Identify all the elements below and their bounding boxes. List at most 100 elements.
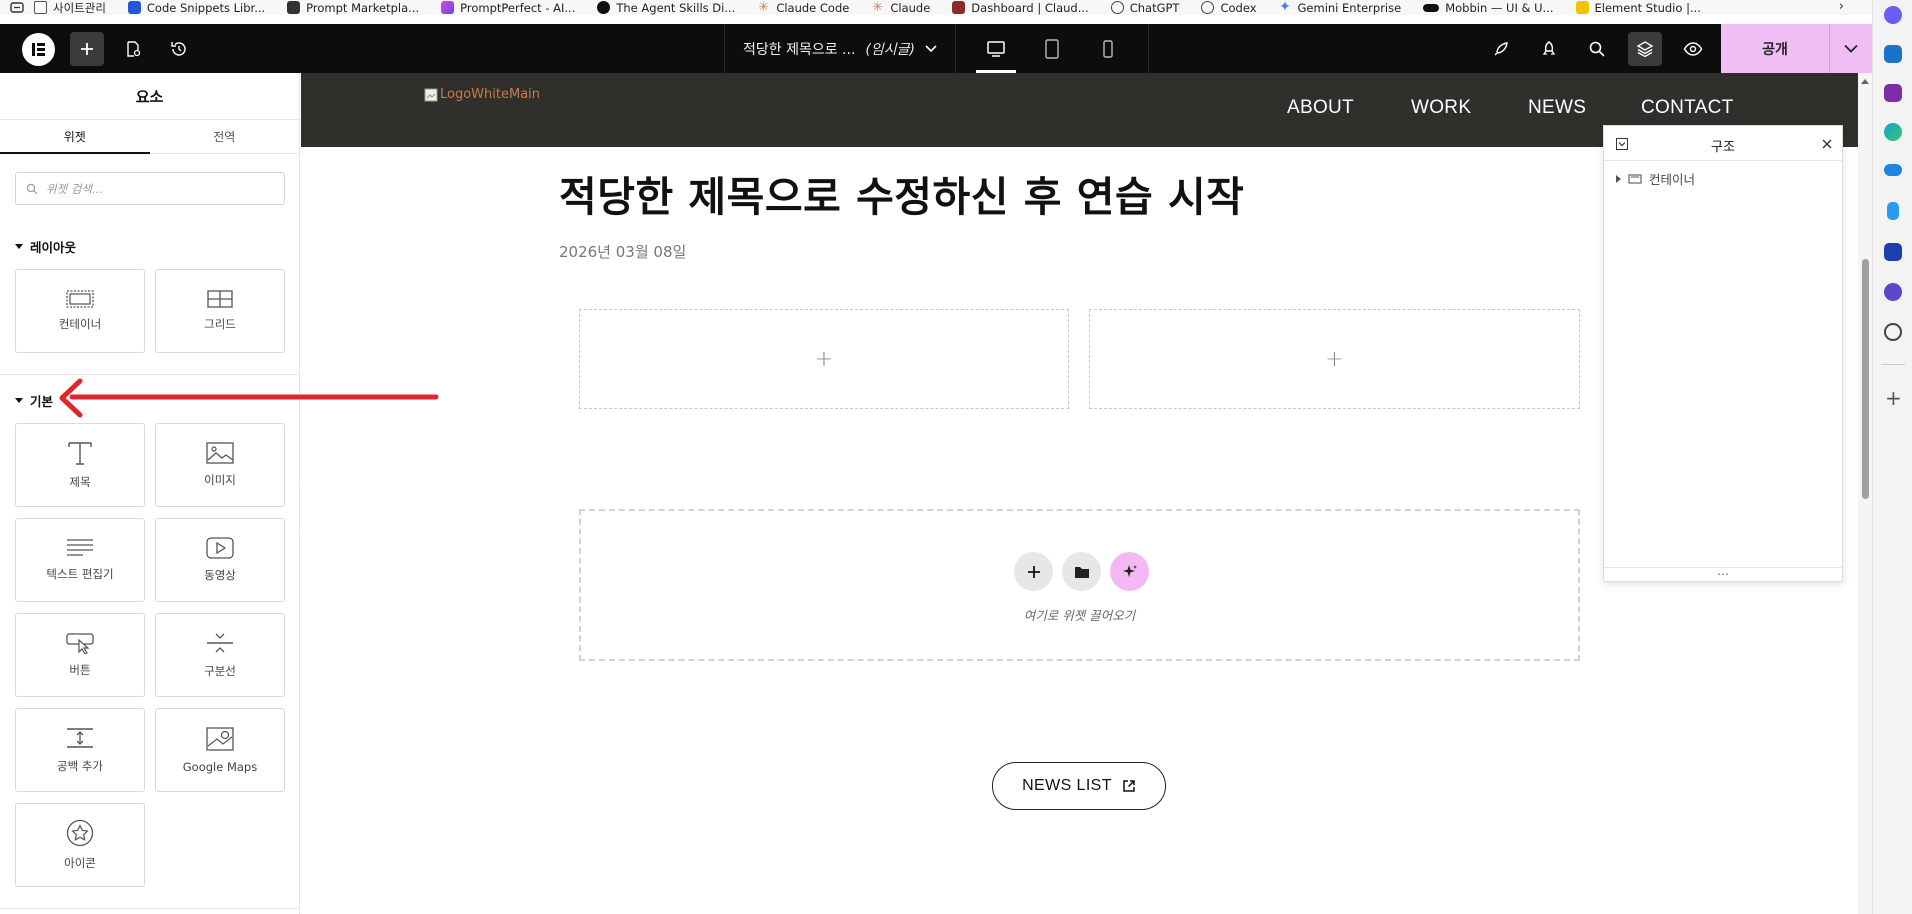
add-app-icon[interactable]: + (1885, 388, 1902, 408)
bookmark-item[interactable]: PromptPerfect - AI... (441, 0, 575, 15)
plus-icon (1027, 565, 1040, 578)
widget-label: Google Maps (182, 760, 258, 774)
bookmark-label: Mobbin — UI & U... (1445, 0, 1554, 15)
widget-heading[interactable]: 제목 (15, 423, 145, 507)
empty-column-dropzone[interactable]: + (1089, 309, 1580, 409)
publish-button[interactable]: 공개 (1721, 24, 1829, 73)
bookmark-label: Codex (1220, 0, 1257, 15)
agent-skills-icon (597, 1, 611, 14)
bookmark-item[interactable]: Element Studio |... (1575, 0, 1701, 15)
bookmark-item[interactable]: Dashboard | Claud... (952, 0, 1089, 15)
search-button[interactable] (1580, 32, 1614, 66)
prompt-marketplace-icon (287, 1, 301, 14)
tab-actions-icon[interactable] (0, 0, 34, 15)
code-snippets-icon (127, 1, 141, 14)
dropzone-hint: 여기로 위젯 끌어오기 (1023, 608, 1136, 623)
copilot-icon[interactable] (1884, 6, 1902, 24)
empty-column-dropzone[interactable]: + (579, 309, 1069, 409)
chatgpt-icon[interactable] (1884, 323, 1902, 341)
structure-item-container[interactable]: 컨테이너 (1616, 169, 1695, 188)
codex-icon (1201, 1, 1215, 14)
nav-news[interactable]: NEWS (1528, 97, 1586, 119)
widget-search-input[interactable] (46, 181, 266, 196)
add-template-button[interactable] (1062, 552, 1101, 591)
basic-section-toggle[interactable]: 기본 (15, 391, 53, 410)
structure-button[interactable] (1628, 32, 1662, 66)
publish-options-button[interactable] (1829, 24, 1872, 73)
close-icon[interactable] (1822, 139, 1832, 149)
post-title[interactable]: 적당한 제목으로 수정하신 후 연습 시작 (559, 163, 1244, 223)
structure-panel: 구조 컨테이너 ... (1603, 125, 1843, 582)
search-icon (26, 183, 38, 194)
onedrive-icon[interactable] (1884, 164, 1902, 176)
news-list-button[interactable]: NEWS LIST (992, 762, 1166, 810)
widget-dropzone[interactable]: 여기로 위젯 끌어오기 (579, 509, 1580, 661)
history-button[interactable] (162, 32, 196, 66)
widget-container[interactable]: 컨테이너 (15, 269, 145, 353)
outlook-icon[interactable] (1884, 45, 1902, 63)
desktop-view-button[interactable] (968, 24, 1024, 73)
ai-generate-button[interactable] (1110, 552, 1149, 591)
bookmark-item[interactable]: ✳ Claude (871, 0, 930, 15)
bookmark-item[interactable]: ChatGPT (1110, 0, 1180, 15)
bookmark-item[interactable]: The Agent Skills Di... (597, 0, 735, 15)
map-icon (206, 727, 234, 751)
tab-widgets[interactable]: 위젯 (0, 120, 150, 154)
bookmark-item[interactable]: Prompt Marketpla... (287, 0, 419, 15)
document-title-dropdown[interactable]: 적당한 제목으로 ... (임시글) (724, 24, 956, 73)
scrollbar-thumb[interactable] (1862, 259, 1869, 499)
widget-spacer[interactable]: 공백 추가 (15, 708, 145, 792)
bookmark-item[interactable]: Code Snippets Libr... (127, 0, 265, 15)
external-link-icon (1123, 780, 1135, 792)
canvas-scrollbar[interactable] (1858, 73, 1872, 914)
gemini-icon: ✦ (1279, 0, 1291, 15)
power-automate-icon[interactable] (1887, 202, 1899, 220)
add-container-button[interactable] (1014, 552, 1053, 591)
bookmark-item[interactable]: ✳ Claude Code (757, 0, 849, 15)
site-settings-button[interactable] (1484, 32, 1518, 66)
scroll-up-arrow-icon[interactable] (1861, 79, 1869, 84)
layout-section-toggle[interactable]: 레이아웃 (15, 237, 76, 256)
structure-resize-handle[interactable]: ... (1604, 565, 1842, 581)
bookmark-label: Dashboard | Claud... (971, 0, 1089, 15)
edge-icon[interactable] (1884, 123, 1902, 141)
bookmark-label: ChatGPT (1129, 0, 1180, 15)
elementor-logo-icon[interactable] (22, 33, 55, 66)
dashboard-icon (952, 1, 966, 14)
launch-button[interactable] (1532, 32, 1566, 66)
search-icon (1589, 41, 1605, 57)
widget-grid[interactable]: 그리드 (155, 269, 285, 353)
bookmarks-overflow-icon[interactable]: › (1839, 0, 1844, 13)
nav-about[interactable]: ABOUT (1287, 97, 1354, 119)
extension-icon[interactable] (1884, 283, 1902, 301)
widget-text-editor[interactable]: 텍스트 편집기 (15, 518, 145, 602)
structure-item-label: 컨테이너 (1649, 172, 1696, 187)
mobile-view-button[interactable] (1080, 24, 1136, 73)
widget-icon[interactable]: 아이콘 (15, 803, 145, 887)
nav-work[interactable]: WORK (1411, 97, 1471, 119)
broken-image-icon (424, 88, 438, 101)
site-logo[interactable]: LogoWhiteMain (424, 87, 540, 102)
nav-contact[interactable]: CONTACT (1641, 97, 1734, 119)
widget-google-maps[interactable]: Google Maps (155, 708, 285, 792)
widget-video[interactable]: 동영상 (155, 518, 285, 602)
page-settings-button[interactable] (116, 32, 150, 66)
mobile-icon (1103, 39, 1113, 58)
bookmark-item[interactable]: 사이트관리 (34, 0, 106, 15)
bookmark-item[interactable]: Codex (1201, 0, 1257, 15)
button-icon (66, 633, 94, 654)
add-element-button[interactable] (70, 32, 104, 66)
bookmark-item[interactable]: Mobbin — UI & U... (1423, 0, 1554, 15)
page-settings-icon (127, 41, 141, 57)
tablet-view-button[interactable] (1024, 24, 1080, 73)
app-icon[interactable] (1884, 243, 1902, 261)
tab-global[interactable]: 전역 (150, 120, 300, 153)
publish-label: 공개 (1762, 41, 1788, 58)
bookmark-item[interactable]: ✦ Gemini Enterprise (1279, 0, 1401, 15)
widget-button[interactable]: 버튼 (15, 613, 145, 697)
widget-search-box[interactable] (15, 172, 285, 205)
widget-divider[interactable]: 구분선 (155, 613, 285, 697)
preview-button[interactable] (1676, 32, 1710, 66)
widget-image[interactable]: 이미지 (155, 423, 285, 507)
onenote-icon[interactable] (1884, 84, 1902, 102)
